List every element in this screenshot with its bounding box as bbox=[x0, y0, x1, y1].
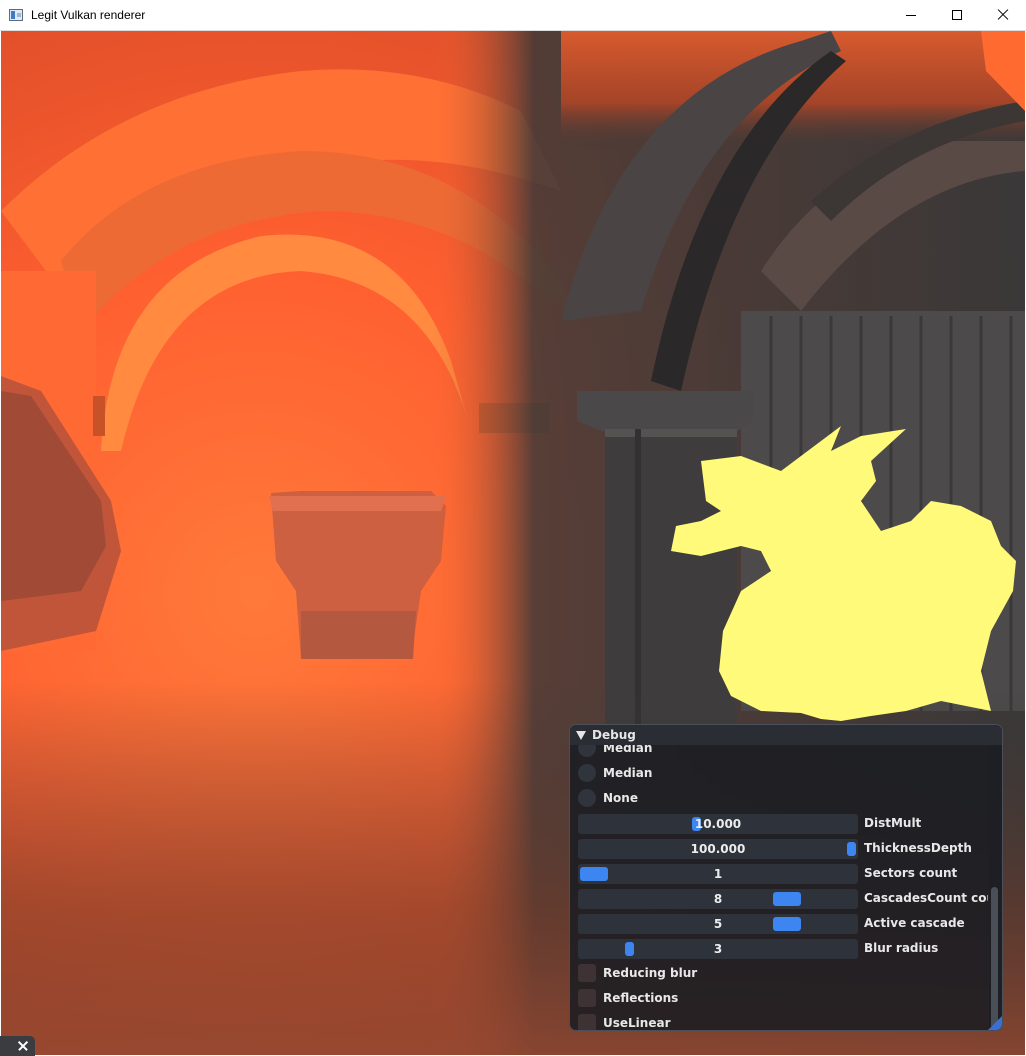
slider-value: 5 bbox=[713, 917, 723, 931]
slider-value: 1 bbox=[713, 867, 723, 881]
slider-value: 3 bbox=[713, 942, 723, 956]
debug-panel[interactable]: Debug Median Median None 10.000 DistMult bbox=[569, 724, 1003, 1031]
slider-label: CascadesCount coun bbox=[864, 891, 988, 905]
maximize-icon bbox=[952, 10, 962, 20]
minimize-icon bbox=[906, 15, 916, 16]
app-window-icon bbox=[9, 9, 23, 21]
resize-grip-icon[interactable] bbox=[988, 1016, 1002, 1030]
radio-label: None bbox=[603, 791, 638, 805]
radio-button[interactable] bbox=[578, 745, 596, 757]
debug-panel-title: Debug bbox=[592, 728, 636, 742]
radio-button[interactable] bbox=[578, 764, 596, 782]
triangle-down-icon[interactable] bbox=[576, 731, 586, 740]
minimize-button[interactable] bbox=[888, 0, 934, 30]
slider-label: Sectors count bbox=[864, 866, 958, 880]
slider-label: Active cascade bbox=[864, 916, 965, 930]
slider-label: ThicknessDepth bbox=[864, 841, 972, 855]
radio-button[interactable] bbox=[578, 789, 596, 807]
slider-track[interactable]: 3 bbox=[578, 939, 858, 959]
checkbox-label: Reducing blur bbox=[603, 966, 698, 980]
slider-track[interactable]: 10.000 bbox=[578, 814, 858, 834]
slider-track[interactable]: 5 bbox=[578, 914, 858, 934]
slider-track[interactable]: 1 bbox=[578, 864, 858, 884]
debug-panel-header[interactable]: Debug bbox=[570, 725, 1002, 745]
slider-track[interactable]: 100.000 bbox=[578, 839, 858, 859]
checkbox[interactable] bbox=[578, 964, 596, 982]
checkbox-label: Reflections bbox=[603, 991, 679, 1005]
vertical-scrollbar[interactable] bbox=[989, 745, 1001, 1030]
checkbox-label: UseLinear bbox=[603, 1016, 671, 1030]
slider-track[interactable]: 8 bbox=[578, 889, 858, 909]
radio-label: Median bbox=[603, 766, 653, 780]
window-titlebar: Legit Vulkan renderer bbox=[0, 0, 1026, 31]
checkbox[interactable] bbox=[578, 1014, 596, 1030]
maximize-button[interactable] bbox=[934, 0, 980, 30]
close-button[interactable] bbox=[980, 0, 1026, 30]
slider-label: Blur radius bbox=[864, 941, 939, 955]
scrollbar-thumb[interactable] bbox=[991, 887, 998, 1029]
checkbox[interactable] bbox=[578, 989, 596, 1007]
overlay-close-button[interactable] bbox=[0, 1036, 35, 1056]
slider-value: 8 bbox=[713, 892, 723, 906]
debug-panel-content: Median Median None 10.000 DistMult 100.0… bbox=[570, 745, 988, 1030]
slider-value: 10.000 bbox=[694, 817, 742, 831]
window-title: Legit Vulkan renderer bbox=[31, 8, 146, 22]
slider-label: DistMult bbox=[864, 816, 922, 830]
slider-value: 100.000 bbox=[690, 842, 746, 856]
radio-label: Median bbox=[603, 745, 653, 755]
